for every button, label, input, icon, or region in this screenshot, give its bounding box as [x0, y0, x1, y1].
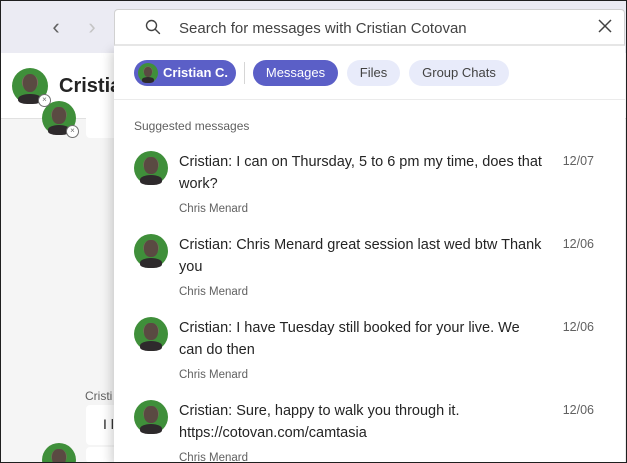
- result-sender: Chris Menard: [179, 286, 249, 298]
- search-results-panel: Cristian C. Messages Files Group Chats S…: [114, 46, 625, 463]
- result-date: 12/06: [562, 403, 594, 417]
- result-sender: Chris Menard: [179, 203, 249, 215]
- contact-avatar[interactable]: ×: [12, 68, 51, 107]
- search-icon: [145, 19, 161, 40]
- result-avatar: [134, 400, 168, 435]
- message-text: I l: [103, 416, 114, 432]
- result-text: Cristian: Chris Menard great session las…: [179, 237, 542, 275]
- back-arrow-icon[interactable]: ‹: [44, 14, 68, 39]
- presence-offline-icon: ×: [66, 125, 79, 138]
- forward-arrow-icon[interactable]: ›: [80, 14, 104, 39]
- message-sender: Cristi: [85, 389, 113, 403]
- result-item[interactable]: Cristian: I can on Thursday, 5 to 6 pm m…: [114, 146, 625, 229]
- result-date: 12/07: [562, 154, 594, 168]
- result-text: Cristian: Sure, happy to walk you throug…: [179, 403, 460, 441]
- result-sender: Chris Menard: [179, 452, 249, 463]
- result-text: Cristian: I can on Thursday, 5 to 6 pm m…: [179, 154, 542, 192]
- filter-person-label: Cristian C.: [163, 65, 229, 80]
- result-item[interactable]: Cristian: Sure, happy to walk you throug…: [114, 395, 625, 463]
- close-icon[interactable]: [596, 18, 614, 36]
- section-label: Suggested messages: [134, 119, 250, 133]
- presence-offline-icon: ×: [38, 94, 51, 107]
- result-text: Cristian: I have Tuesday still booked fo…: [179, 320, 520, 358]
- filter-divider: [244, 62, 245, 84]
- filter-person-chip[interactable]: Cristian C.: [134, 60, 236, 86]
- result-date: 12/06: [562, 320, 594, 334]
- result-item[interactable]: Cristian: Chris Menard great session las…: [114, 229, 625, 312]
- result-avatar: [134, 151, 168, 186]
- result-avatar: [134, 317, 168, 352]
- chip-avatar: [138, 63, 158, 83]
- filter-files[interactable]: Files: [347, 60, 400, 86]
- filter-bar: Cristian C. Messages Files Group Chats: [114, 46, 625, 100]
- search-input[interactable]: [179, 17, 579, 39]
- result-item[interactable]: Cristian: I have Tuesday still booked fo…: [114, 312, 625, 395]
- result-sender: Chris Menard: [179, 369, 249, 381]
- result-avatar: [134, 234, 168, 269]
- filter-group-chats[interactable]: Group Chats: [409, 60, 509, 86]
- result-date: 12/06: [562, 237, 594, 251]
- filter-messages[interactable]: Messages: [253, 60, 338, 86]
- search-bar: [114, 9, 625, 46]
